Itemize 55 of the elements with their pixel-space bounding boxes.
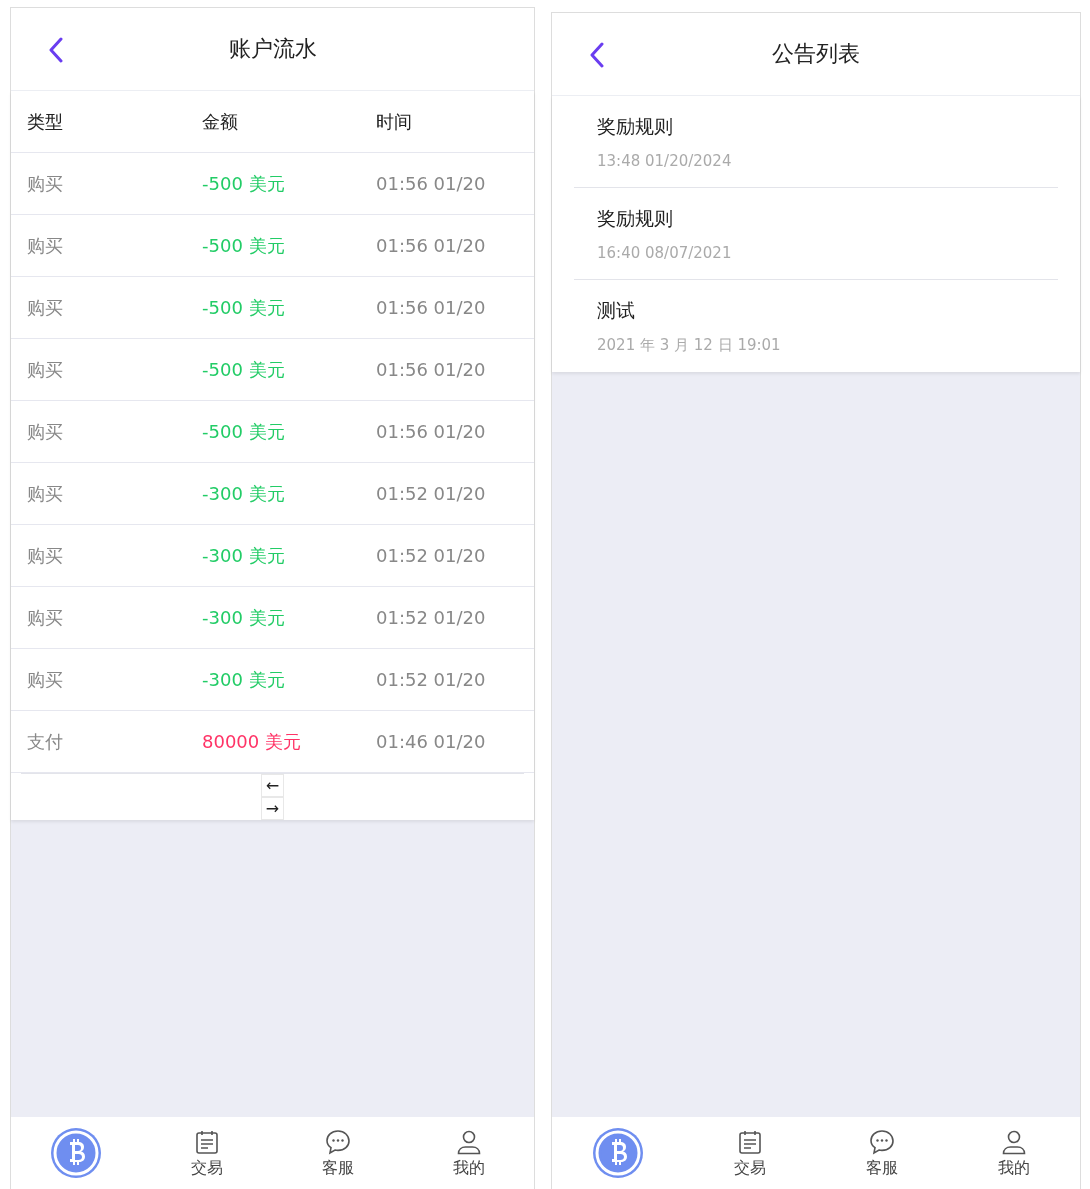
table-cell-text: 购买: [27, 357, 64, 382]
previous-page-button[interactable]: ←: [261, 774, 284, 797]
table-cell-text: 购买: [27, 295, 64, 320]
back-icon[interactable]: [49, 37, 63, 63]
bitcoin-logo-icon[interactable]: [49, 1126, 104, 1180]
page-title: 公告列表: [772, 40, 860, 68]
next-page-button[interactable]: →: [261, 797, 284, 820]
table-cell-text: 01:56 01/20: [376, 235, 487, 256]
nav-tab[interactable]: 我的: [948, 1127, 1080, 1179]
notice-date: 13:48 01/20/2024: [597, 152, 733, 170]
table-cell-text: 01:56 01/20: [376, 421, 487, 442]
nav-tab[interactable]: 交易: [141, 1127, 273, 1179]
table-cell-text: 购买: [27, 419, 64, 444]
table-cell-text: -300 美元: [202, 605, 286, 630]
notice-title[interactable]: 奖励规则: [597, 114, 1035, 140]
table-cell-text: 购买: [27, 543, 64, 568]
table-cell-text: 购买: [27, 667, 64, 692]
table-cell-text: 01:56 01/20: [376, 297, 487, 318]
column-header: 时间: [376, 109, 413, 134]
table-cell-text: 支付: [27, 729, 64, 754]
table-cell-text: 购买: [27, 481, 64, 506]
table-cell-text: 01:56 01/20: [376, 359, 487, 380]
table-cell-text: -500 美元: [202, 357, 286, 382]
table-cell-text: 01:46 01/20: [376, 731, 487, 752]
nav-tab[interactable]: 交易: [684, 1127, 816, 1179]
nav-tab[interactable]: 客服: [272, 1127, 404, 1179]
table-cell-text: -500 美元: [202, 171, 286, 196]
table-cell-text: 购买: [27, 171, 64, 196]
notice-date: 16:40 08/07/2021: [597, 244, 733, 262]
notice-title[interactable]: 奖励规则: [597, 206, 1035, 232]
page-title: 账户流水: [228, 35, 317, 63]
column-header: 类型: [27, 109, 64, 134]
table-cell-text: 01:52 01/20: [376, 545, 487, 566]
notice-date: 2021 年 3 月 12 日 19:01: [597, 336, 782, 355]
table-cell-text: 01:52 01/20: [376, 607, 487, 628]
table-cell-text: 01:56 01/20: [376, 173, 487, 194]
nav-tab[interactable]: 我的: [403, 1127, 534, 1179]
bitcoin-logo-icon[interactable]: [591, 1126, 645, 1180]
table-cell-text: 01:52 01/20: [376, 483, 487, 504]
chat-icon: [323, 1127, 352, 1156]
back-icon[interactable]: [590, 42, 604, 68]
table-cell-text: -300 美元: [202, 543, 286, 568]
table-cell-text: 购买: [27, 233, 64, 258]
table-cell-text: 01:52 01/20: [376, 669, 487, 690]
chat-icon: [868, 1127, 896, 1156]
table-cell-text: 购买: [27, 605, 64, 630]
table-cell-text: -500 美元: [202, 419, 286, 444]
table-cell-text: -300 美元: [202, 667, 286, 692]
table-cell-text: -500 美元: [202, 233, 286, 258]
column-header: 金额: [202, 109, 239, 134]
nav-tab[interactable]: 客服: [816, 1127, 948, 1179]
notice-title[interactable]: 测试: [597, 298, 1035, 324]
table-cell-text: -300 美元: [202, 481, 286, 506]
table-cell-text: 80000 美元: [202, 729, 302, 754]
table-cell-text: -500 美元: [202, 295, 286, 320]
